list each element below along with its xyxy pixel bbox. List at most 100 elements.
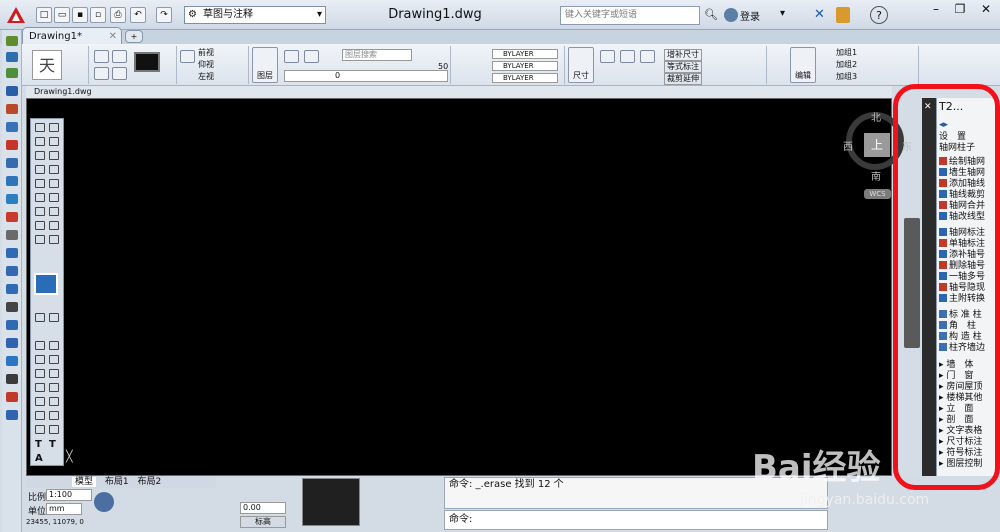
tool-icon[interactable] bbox=[6, 176, 18, 186]
tool-icon[interactable] bbox=[35, 207, 45, 216]
apps-icon[interactable] bbox=[836, 7, 850, 23]
view-bottom[interactable]: 仰视 bbox=[198, 60, 214, 70]
tool-icon[interactable] bbox=[49, 313, 59, 322]
document-tab[interactable]: Drawing1* ✕ bbox=[22, 27, 122, 45]
save-icon[interactable]: ▪ bbox=[72, 7, 88, 23]
globe-icon[interactable] bbox=[94, 492, 114, 512]
tangent-logo-icon[interactable]: 天 bbox=[32, 50, 62, 80]
tool-icon[interactable] bbox=[49, 207, 59, 216]
app-menu-button[interactable] bbox=[4, 4, 28, 26]
tool-icon[interactable] bbox=[49, 355, 59, 364]
tool-icon[interactable] bbox=[35, 369, 45, 378]
tool-icon[interactable] bbox=[49, 383, 59, 392]
elevation-button[interactable]: 标高 bbox=[240, 516, 286, 528]
tool-icon[interactable] bbox=[6, 68, 18, 78]
mtext-tool-icon[interactable]: A bbox=[35, 453, 47, 465]
layer-icon[interactable] bbox=[284, 50, 299, 63]
tool-icon[interactable] bbox=[49, 425, 59, 434]
maximize-button[interactable]: ❐ bbox=[950, 2, 970, 22]
bylayer-lineweight[interactable]: BYLAYER bbox=[492, 73, 558, 83]
tool-icon[interactable] bbox=[6, 284, 18, 294]
tool-icon[interactable] bbox=[35, 383, 45, 392]
workspace-select[interactable]: ⚙ 草图与注释 ▾ bbox=[184, 6, 326, 24]
close-button[interactable]: ✕ bbox=[974, 2, 998, 22]
minimize-button[interactable]: – bbox=[926, 2, 946, 22]
mode-panel[interactable] bbox=[302, 478, 360, 526]
tool-icon[interactable] bbox=[94, 50, 109, 63]
text-tool-icon[interactable]: T bbox=[49, 439, 61, 451]
tool-icon[interactable] bbox=[6, 230, 18, 240]
dimension-icon[interactable] bbox=[600, 50, 615, 63]
dimension-icon[interactable] bbox=[620, 50, 635, 63]
tool-icon[interactable] bbox=[6, 302, 18, 312]
tool-icon[interactable] bbox=[6, 36, 18, 46]
tool-icon[interactable] bbox=[6, 266, 18, 276]
login-link[interactable]: 登录 bbox=[740, 8, 780, 23]
tool-icon[interactable] bbox=[49, 341, 59, 350]
tool-icon[interactable] bbox=[6, 320, 18, 330]
tool-icon[interactable] bbox=[6, 410, 18, 420]
color-picker[interactable] bbox=[34, 273, 58, 295]
tool-icon[interactable] bbox=[6, 158, 18, 168]
tool-icon[interactable] bbox=[6, 122, 18, 132]
tool-icon[interactable] bbox=[6, 374, 18, 384]
tool-icon[interactable] bbox=[35, 397, 45, 406]
new-tab-button[interactable]: + bbox=[125, 30, 143, 43]
command-input[interactable]: 命令: bbox=[444, 510, 828, 530]
dimension-icon[interactable] bbox=[640, 50, 655, 63]
text-tool-icon[interactable]: T bbox=[35, 439, 47, 451]
close-icon[interactable]: ✕ bbox=[109, 28, 117, 45]
layer-button[interactable]: 图层 bbox=[252, 47, 278, 83]
search-icon[interactable]: 🔍︎ bbox=[704, 8, 718, 22]
wcs-menu[interactable]: WCS bbox=[864, 189, 891, 199]
tool-icon[interactable] bbox=[35, 341, 45, 350]
group-item[interactable]: 加组2 bbox=[836, 60, 857, 70]
bylayer-color[interactable]: BYLAYER bbox=[492, 49, 558, 59]
tool-icon[interactable] bbox=[6, 356, 18, 366]
edit-button[interactable]: 编辑 bbox=[790, 47, 816, 83]
tool-icon[interactable] bbox=[49, 369, 59, 378]
equal-dimension-button[interactable]: 等式标注 bbox=[664, 61, 702, 73]
tool-icon[interactable] bbox=[112, 67, 127, 80]
tool-icon[interactable] bbox=[49, 151, 59, 160]
user-icon[interactable] bbox=[724, 8, 738, 22]
view-left[interactable]: 左视 bbox=[198, 72, 214, 82]
tool-icon[interactable] bbox=[49, 193, 59, 202]
tab-layout2[interactable]: 布局2 bbox=[138, 477, 162, 487]
tool-icon[interactable] bbox=[35, 221, 45, 230]
tool-icon[interactable] bbox=[35, 165, 45, 174]
tool-icon[interactable] bbox=[49, 137, 59, 146]
tool-icon[interactable] bbox=[49, 235, 59, 244]
open-file-icon[interactable]: ▭ bbox=[54, 7, 70, 23]
tool-icon[interactable] bbox=[6, 52, 18, 62]
compass-west[interactable]: 西 bbox=[843, 138, 853, 153]
chevron-down-icon[interactable]: ▾ bbox=[780, 8, 790, 22]
tool-icon[interactable] bbox=[49, 221, 59, 230]
view-icon[interactable] bbox=[180, 50, 195, 63]
undo-icon[interactable]: ↶ bbox=[130, 7, 146, 23]
print-icon[interactable]: ⎙ bbox=[110, 7, 126, 23]
group-item[interactable]: 加组3 bbox=[836, 72, 857, 82]
tool-icon[interactable] bbox=[6, 248, 18, 258]
tool-icon[interactable] bbox=[112, 50, 127, 63]
tool-icon[interactable] bbox=[6, 392, 18, 402]
new-file-icon[interactable]: □ bbox=[36, 7, 52, 23]
drawing-canvas[interactable] bbox=[26, 98, 892, 476]
tool-icon[interactable] bbox=[35, 193, 45, 202]
tool-icon[interactable] bbox=[35, 179, 45, 188]
dimension-button[interactable]: 尺寸 bbox=[568, 47, 594, 83]
layer-search-input[interactable]: 图层搜索 bbox=[342, 49, 412, 61]
tool-icon[interactable] bbox=[6, 194, 18, 204]
compass-north[interactable]: 北 bbox=[871, 109, 881, 124]
bylayer-linetype[interactable]: BYLAYER bbox=[492, 61, 558, 71]
tool-icon[interactable] bbox=[49, 179, 59, 188]
group-item[interactable]: 加组1 bbox=[836, 48, 857, 58]
add-dimension-button[interactable]: 增补尺寸 bbox=[664, 49, 702, 61]
tool-icon[interactable] bbox=[49, 397, 59, 406]
tool-icon[interactable] bbox=[35, 313, 45, 322]
layer-select[interactable]: 0 bbox=[284, 70, 448, 82]
tab-model[interactable]: 模型 bbox=[72, 477, 97, 487]
tool-icon[interactable] bbox=[35, 123, 45, 132]
help-icon[interactable]: ? bbox=[870, 6, 888, 24]
tool-icon[interactable] bbox=[94, 67, 109, 80]
